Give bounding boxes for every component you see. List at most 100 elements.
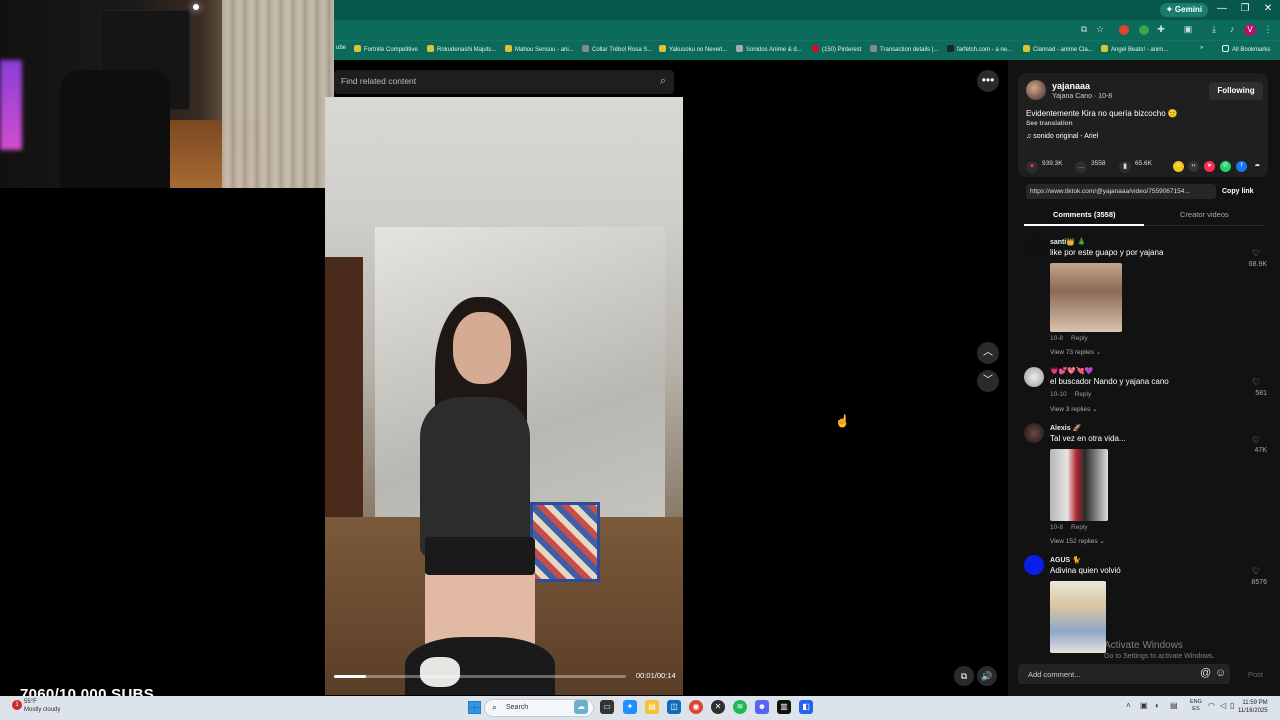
language-indicator[interactable]: ENG ES <box>1190 699 1202 713</box>
weather-temperature[interactable]: 55°F <box>24 699 37 705</box>
reply-button[interactable]: Reply <box>1071 524 1088 531</box>
search-icon[interactable]: ⌕ <box>660 75 666 88</box>
bookmark-item[interactable]: Transaction details |... <box>870 45 938 53</box>
view-replies-button[interactable]: View 73 replies ⌄ <box>1050 348 1101 356</box>
add-comment-input[interactable]: Add comment... @ ☺ <box>1018 664 1230 684</box>
split-view-icon[interactable]: ▣ <box>1182 24 1194 35</box>
minimize-button[interactable]: — <box>1215 3 1229 14</box>
whatsapp-icon[interactable]: ✆ <box>1220 161 1231 172</box>
weather-alert-icon[interactable]: 1 <box>12 700 22 710</box>
audio-app-icon[interactable]: ▥ <box>777 700 791 714</box>
more-bookmarks-icon[interactable]: » <box>1200 45 1203 51</box>
tray-app-icon[interactable]: ▣ <box>1140 701 1148 710</box>
mention-icon[interactable]: @ <box>1200 667 1211 679</box>
bookmark-star-icon[interactable]: ☆ <box>1094 24 1106 35</box>
profile-avatar[interactable]: V <box>1244 24 1256 36</box>
comment-avatar[interactable] <box>1024 555 1044 575</box>
volume-icon[interactable]: 🔊 <box>977 666 997 686</box>
creator-avatar[interactable] <box>1026 80 1046 100</box>
comment-avatar[interactable] <box>1024 367 1044 387</box>
maximize-button[interactable]: ❐ <box>1238 3 1252 14</box>
comment-author[interactable]: Alexis 🚀 <box>1050 424 1081 432</box>
comment-author[interactable]: AGUS 🐈 <box>1050 556 1081 564</box>
comment-avatar[interactable] <box>1024 423 1044 443</box>
comment-author[interactable]: 💗💕💖💘💜 <box>1050 367 1094 375</box>
install-app-icon[interactable]: ⧉ <box>1078 24 1090 35</box>
close-window-button[interactable]: ✕ <box>1261 3 1275 14</box>
share-arrow-icon[interactable]: ➦ <box>1252 161 1263 172</box>
gemini-button[interactable]: ✦ Gemini <box>1160 3 1209 17</box>
copy-link-button[interactable]: Copy link <box>1222 184 1254 199</box>
video-link-field[interactable]: https://www.tiktok.com/@yajanaaa/video/7… <box>1026 184 1216 199</box>
friends-share-icon[interactable]: ☺ <box>1173 161 1184 172</box>
download-icon[interactable]: ⤓ <box>1208 24 1220 35</box>
tray-chevron-icon[interactable]: ˄ <box>1126 701 1131 710</box>
system-clock[interactable]: 11:59 PM 11/16/2025 <box>1238 699 1268 715</box>
embed-icon[interactable]: ‹› <box>1188 161 1199 172</box>
bookmark-item[interactable]: Collar Trébol Rosa S... <box>582 45 652 53</box>
save-stat[interactable]: ▮ 65.6K <box>1119 160 1152 173</box>
wifi-icon[interactable]: ◠ <box>1208 701 1215 710</box>
comment-like-icon[interactable]: ♡ <box>1252 566 1260 577</box>
copilot-icon[interactable]: ✦ <box>623 700 637 714</box>
send-icon[interactable]: ➤ <box>1204 161 1215 172</box>
xbox-icon[interactable]: ✕ <box>711 700 725 714</box>
bookmark-item[interactable]: Sonidos Anime & d... <box>736 45 802 53</box>
bookmark-item[interactable]: Rokudenashi Majuts... <box>427 45 496 53</box>
more-options-button[interactable]: ••• <box>977 70 999 92</box>
bookmark-item[interactable]: farfetch.com - a ne... <box>947 45 1012 53</box>
following-button[interactable]: Following <box>1209 82 1263 100</box>
all-bookmarks-button[interactable]: All Bookmarks <box>1222 45 1270 53</box>
comment-image[interactable] <box>1050 449 1108 521</box>
tab-creator-videos[interactable]: Creator videos <box>1180 210 1229 219</box>
bookmark-item[interactable]: Mahou Sensou - ani... <box>505 45 574 53</box>
tab-comments[interactable]: Comments (3558) <box>1053 210 1116 219</box>
task-view-icon[interactable]: ▭ <box>600 700 614 714</box>
view-replies-button[interactable]: View 152 replies ⌄ <box>1050 537 1105 545</box>
reply-button[interactable]: Reply <box>1075 391 1092 398</box>
comment-like-icon[interactable]: ♡ <box>1252 377 1260 388</box>
extensions-puzzle-icon[interactable]: ✚ <box>1155 24 1167 35</box>
facebook-icon[interactable]: f <box>1236 161 1247 172</box>
video-progress-bar[interactable] <box>334 675 626 678</box>
post-button[interactable]: Post <box>1248 670 1263 679</box>
file-explorer-icon[interactable]: ▤ <box>645 700 659 714</box>
bookmark-item[interactable]: Fortnite Competitive <box>354 45 418 53</box>
bookmark-item[interactable]: Yakusoku no Neverl... <box>659 45 727 53</box>
comment-avatar[interactable] <box>1024 237 1044 257</box>
see-translation-link[interactable]: See translation <box>1026 120 1073 127</box>
extension-icon[interactable] <box>1119 25 1129 35</box>
related-search-input[interactable]: Find related content ⌕ <box>334 70 674 94</box>
comment-image[interactable] <box>1050 263 1122 332</box>
tray-app-icon[interactable]: ▤ <box>1170 701 1178 710</box>
comment-stat[interactable]: … 3558 <box>1075 160 1105 173</box>
discord-icon[interactable]: ☻ <box>755 700 769 714</box>
tray-app-icon[interactable]: ◐ <box>1155 701 1160 710</box>
like-stat[interactable]: ♥ 939.3K <box>1026 160 1063 173</box>
app-icon[interactable]: ◧ <box>799 700 813 714</box>
store-icon[interactable]: ◫ <box>667 700 681 714</box>
chrome-icon[interactable]: ◉ <box>689 700 703 714</box>
previous-video-button[interactable]: ︿ <box>977 342 999 364</box>
comment-like-icon[interactable]: ♡ <box>1252 248 1260 259</box>
view-replies-button[interactable]: View 3 replies ⌄ <box>1050 405 1098 413</box>
next-video-button[interactable]: ﹀ <box>977 370 999 392</box>
media-icon[interactable]: ♪ <box>1226 24 1238 34</box>
emoji-icon[interactable]: ☺ <box>1215 667 1226 679</box>
video-player[interactable] <box>325 97 683 695</box>
comment-author[interactable]: santi👑 🎄 <box>1050 238 1086 246</box>
menu-kebab-icon[interactable]: ⋮ <box>1262 24 1274 35</box>
battery-icon[interactable]: ▯ <box>1230 701 1234 710</box>
sound-link[interactable]: ♫ sonido original - Ariel <box>1026 133 1098 140</box>
bookmark-item[interactable]: Angel Beats! - anim... <box>1101 45 1168 53</box>
creator-username[interactable]: yajanaaa <box>1052 81 1090 91</box>
comment-like-icon[interactable]: ♡ <box>1252 435 1260 446</box>
reply-button[interactable]: Reply <box>1071 335 1088 342</box>
spotify-icon[interactable]: ≋ <box>733 700 747 714</box>
extension-icon[interactable] <box>1139 25 1149 35</box>
volume-tray-icon[interactable]: ◁ <box>1220 701 1226 710</box>
bookmark-item[interactable]: ube <box>336 45 346 51</box>
mini-player-icon[interactable]: ⧉ <box>954 666 974 686</box>
comment-image[interactable] <box>1050 581 1106 653</box>
bookmark-item[interactable]: Clannad - anime Cla... <box>1023 45 1093 53</box>
